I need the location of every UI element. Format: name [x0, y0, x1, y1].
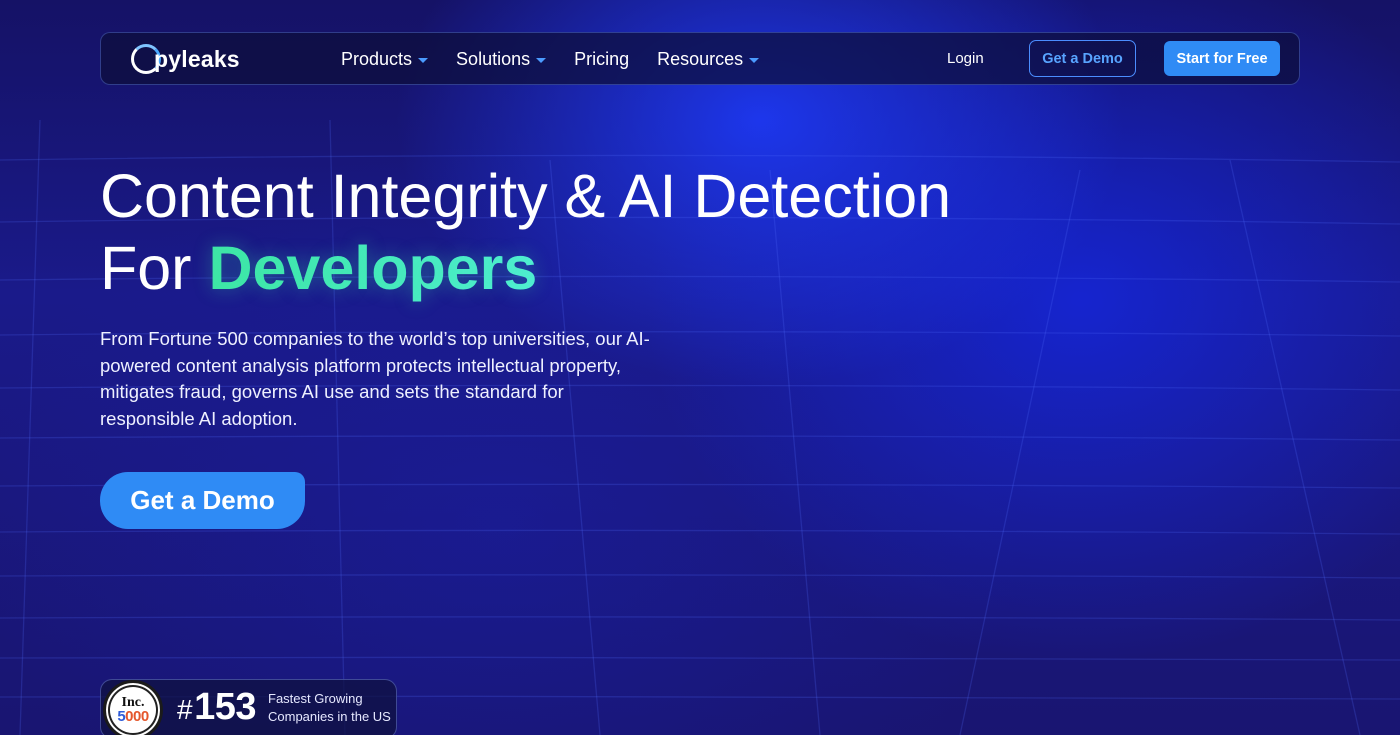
nav-item-label: Pricing: [574, 49, 630, 69]
hero-title-accent: Developers: [208, 234, 538, 302]
nav-item-label: Resources: [657, 49, 744, 69]
chevron-down-icon: [418, 57, 429, 63]
seal-number: 5000: [117, 708, 149, 725]
top-navbar: pyleaks Products Solutions Pricing Resou…: [100, 32, 1300, 85]
seal-number-b: 000: [125, 708, 149, 725]
hero-description: From Fortune 500 companies to the world’…: [100, 328, 650, 429]
rank-label: Fastest Growing Companies in the US: [268, 690, 391, 726]
nav-item-label: Solutions: [456, 49, 531, 69]
nav-item-resources[interactable]: Resources: [657, 49, 760, 70]
seal-number-a: 5: [117, 708, 126, 725]
nav-item-products[interactable]: Products: [341, 49, 429, 70]
login-link[interactable]: Login: [947, 50, 984, 67]
hero-title: Content Integrity & AI Detection For Dev…: [100, 160, 951, 304]
hero-title-prefix: For: [100, 234, 209, 302]
hero-get-demo-button[interactable]: Get a Demo: [100, 472, 305, 529]
inc-5000-seal-icon: Inc. 5000: [103, 680, 163, 735]
brand-name: pyleaks: [154, 45, 240, 72]
hero-title-line1: Content Integrity & AI Detection: [100, 162, 952, 230]
nav-get-demo-button[interactable]: Get a Demo: [1029, 40, 1136, 77]
nav-item-pricing[interactable]: Pricing: [574, 49, 629, 70]
rank-label-line2: Companies in the US: [268, 709, 391, 724]
start-for-free-button[interactable]: Start for Free: [1164, 41, 1280, 76]
chevron-down-icon: [749, 57, 760, 63]
nav-item-label: Products: [341, 49, 413, 69]
inc5000-badge: Inc. 5000 #153 Fastest Growing Companies…: [100, 679, 397, 735]
rank-number: 153: [194, 686, 256, 728]
nav-item-solutions[interactable]: Solutions: [456, 49, 547, 70]
chevron-down-icon: [536, 57, 547, 63]
brand-logo[interactable]: pyleaks: [131, 44, 240, 74]
main-menu: Products Solutions Pricing Resources: [341, 33, 760, 86]
rank-value: #153: [177, 686, 256, 729]
rank-hash: #: [177, 694, 193, 725]
rank-label-line1: Fastest Growing: [268, 691, 363, 706]
